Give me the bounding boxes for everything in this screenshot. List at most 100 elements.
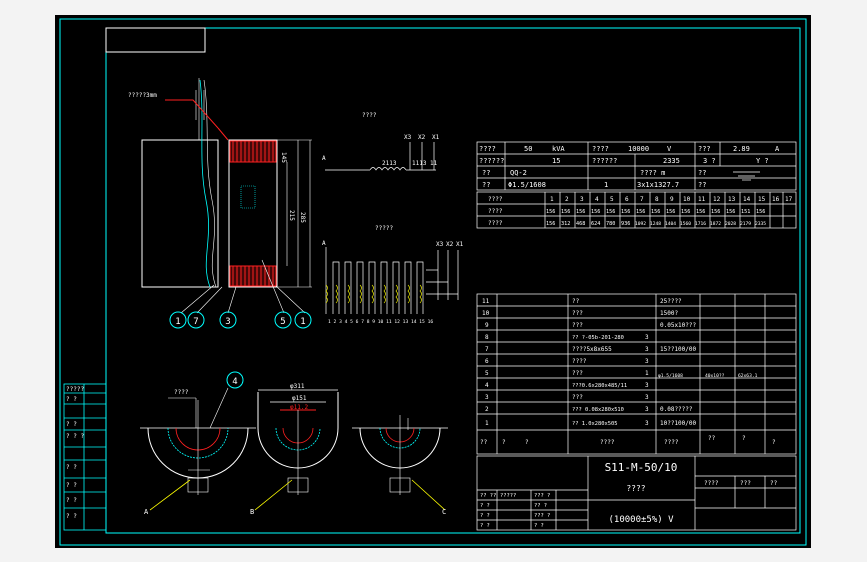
- spec-r2-c4: 2335: [663, 157, 680, 165]
- parts-footer-2: ?: [525, 439, 529, 446]
- tap-h-1: 1: [550, 196, 554, 203]
- tap-h-5: 5: [610, 196, 614, 203]
- tap-h-10: 10: [683, 196, 691, 203]
- tap-h-15: 15: [758, 196, 766, 203]
- part-1-spec: 1500?: [660, 310, 678, 317]
- parts-footer-4: ????: [664, 439, 679, 446]
- tap-r2-13: 2028: [725, 221, 736, 227]
- tap-r1-14: 151: [741, 209, 750, 215]
- section-b-label: B: [250, 508, 254, 516]
- tap-h-7: 7: [640, 196, 644, 203]
- tap-r2-1: 156: [546, 221, 555, 227]
- spec-r2-c3: ??????: [592, 157, 617, 165]
- part-3-qty: 3: [645, 334, 649, 341]
- winding-terminal-a: A: [322, 240, 326, 247]
- tb-left-2: ??? ?: [534, 493, 550, 499]
- tap-r1-2: 156: [561, 209, 570, 215]
- callout-1b-label: 1: [300, 317, 305, 327]
- terminal-x2: X2: [418, 134, 426, 141]
- part-5-qty: 3: [645, 358, 649, 365]
- part-6-name: ???: [572, 370, 583, 377]
- part-6-spec: φ1.5/1608: [658, 373, 683, 379]
- tb-left-0: ?? ??: [480, 493, 496, 499]
- tap-r1-3: 156: [576, 209, 585, 215]
- dim-dia-3: φ11.2: [290, 404, 308, 411]
- spec-r4-c0: ??: [482, 181, 490, 189]
- dim-vertical-2: 215: [288, 210, 295, 221]
- spec-r4-c6: ??: [698, 181, 706, 189]
- spec-r3-c6: ??: [698, 169, 706, 177]
- tap-h-0: ????: [488, 196, 503, 203]
- tap-r2-7: 1092: [635, 221, 646, 227]
- tap-r2-11: 1716: [695, 221, 706, 227]
- dim-dia-2: φ151: [292, 395, 307, 402]
- tb-left-4: ? ?: [480, 513, 490, 519]
- callout-4-label: 4: [232, 377, 237, 387]
- part-5-name: ????: [572, 358, 587, 365]
- part-2-no: 9: [485, 322, 489, 329]
- part-10-no: 1: [485, 420, 489, 427]
- side-cell-7: ? ?: [66, 513, 77, 520]
- side-cell-1: ? ?: [66, 396, 77, 403]
- tap-code: 2113: [382, 160, 397, 167]
- tap-r2-2: 312: [561, 221, 570, 227]
- part-7-qty: 3: [645, 382, 649, 389]
- side-cell-0: ?????: [66, 386, 84, 393]
- part-0-no: 11: [482, 298, 490, 305]
- dim-dia-1: φ311: [290, 383, 305, 390]
- terminal-x3: X3: [404, 134, 412, 141]
- tb-left-5: ? ?: [480, 523, 490, 529]
- spec-r1-c1: 50: [524, 145, 532, 153]
- section-top-label: ????: [174, 389, 189, 396]
- spec-r1-c0: ????: [479, 145, 496, 153]
- part-2-spec: 0.05x10???: [660, 322, 697, 329]
- side-cell-4: ? ?: [66, 464, 77, 471]
- tap-numbers: 1 2 3 4 5 6 7 8 9 10 11 12 13 14 15 16: [328, 319, 433, 325]
- side-cell-3: ? ? ?: [66, 433, 84, 440]
- part-8-no: 3: [485, 394, 489, 401]
- dim-vertical-3: 285: [299, 212, 306, 223]
- tap-r1-0: ????: [488, 208, 503, 215]
- tap-r2-14: 2179: [740, 221, 751, 227]
- tap-r1-11: 156: [696, 209, 705, 215]
- parts-footer-3: ????: [600, 439, 615, 446]
- spec-r3-c0: ??: [482, 169, 490, 177]
- tap-r2-4: 624: [591, 221, 600, 227]
- tap-r2-5: 780: [606, 221, 615, 227]
- tap-r1-9: 156: [666, 209, 675, 215]
- tap-r1-4: 156: [591, 209, 600, 215]
- part-7-no: 4: [485, 382, 489, 389]
- spec-r1-c6: ???: [698, 145, 711, 153]
- part-4-no: 7: [485, 346, 489, 353]
- tap-h-11: 11: [698, 196, 706, 203]
- terminal-x1: X1: [432, 134, 440, 141]
- callout-3-label: 3: [225, 317, 230, 327]
- callout-7-label: 7: [193, 317, 198, 327]
- tap-h-4: 4: [595, 196, 599, 203]
- part-9-spec: 0.08?????: [660, 406, 693, 413]
- tap-h-2: 2: [565, 196, 569, 203]
- tb-left-1: ?????: [500, 493, 516, 499]
- lead-x2: X2: [446, 241, 454, 248]
- lead-x3: X3: [436, 241, 444, 248]
- cad-drawing-canvas: ????? ? ? ? ? ? ? ? ? ? ? ? ? ? ? ? ????…: [0, 0, 867, 562]
- tap-r2-12: 1872: [710, 221, 721, 227]
- tap-h-3: 3: [580, 196, 584, 203]
- spec-r2-c6: 3 ?: [703, 157, 716, 165]
- spec-r4-c3: 1: [604, 181, 608, 189]
- callout-1-label: 1: [175, 317, 180, 327]
- tap-r1-13: 156: [726, 209, 735, 215]
- part-6-extra2: 62x63.1: [738, 373, 758, 379]
- connection-label: ????: [362, 112, 377, 119]
- tap-r2-6: 936: [621, 221, 630, 227]
- section-c-label: C: [442, 508, 446, 516]
- tap-h-12: 12: [713, 196, 721, 203]
- parts-footer-6: ?: [742, 435, 746, 442]
- spec-r2-c8: Y ?: [756, 157, 769, 165]
- side-cell-6: ? ?: [66, 497, 77, 504]
- part-9-no: 2: [485, 406, 489, 413]
- tap-r1-7: 156: [636, 209, 645, 215]
- tap-h-9: 9: [670, 196, 674, 203]
- part-6-no: 5: [485, 370, 489, 377]
- side-cell-2: ? ?: [66, 421, 77, 428]
